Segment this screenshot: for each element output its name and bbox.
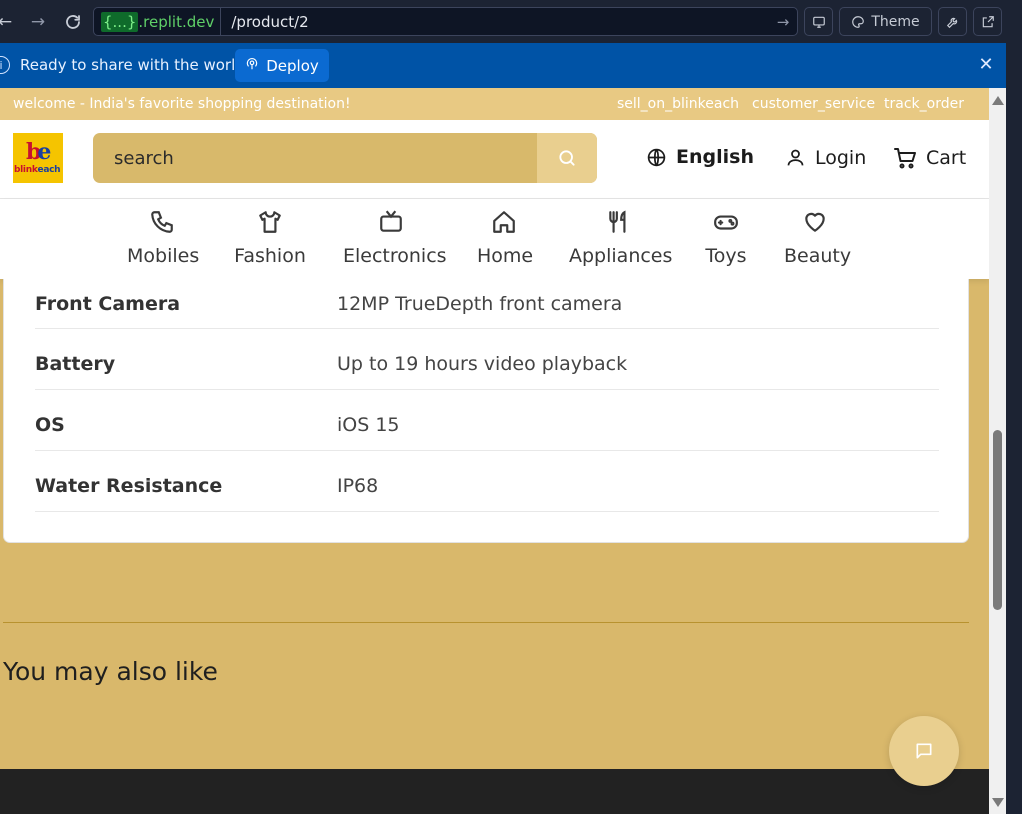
info-icon: i <box>0 56 10 74</box>
chat-icon <box>916 743 932 759</box>
login-button[interactable]: Login <box>785 146 866 169</box>
close-icon[interactable]: ✕ <box>976 54 996 75</box>
spec-row: Water Resistance IP68 <box>35 451 939 512</box>
open-external-icon[interactable] <box>973 7 1002 36</box>
spec-row: OS iOS 15 <box>35 390 939 451</box>
heart-icon <box>805 212 825 232</box>
spec-value: 12MP TrueDepth front camera <box>337 293 623 315</box>
scroll-thumb[interactable] <box>993 430 1002 610</box>
sell-link[interactable]: sell_on_blinkeach <box>617 96 739 112</box>
specifications-card: Front Camera 12MP TrueDepth front camera… <box>3 279 969 543</box>
logo-wordmark: blinkeach <box>14 165 61 175</box>
shirt-icon <box>259 211 281 233</box>
section-divider <box>3 622 969 623</box>
category-appliances[interactable]: Appliances <box>569 207 672 267</box>
promo-bar: welcome - India's favorite shopping dest… <box>0 88 989 120</box>
site-header: be blinkeach English Login Cart <box>0 120 989 199</box>
spec-value: iOS 15 <box>337 414 400 436</box>
url-host: {...} .replit.dev <box>94 8 222 35</box>
tv-icon <box>380 210 402 232</box>
palette-icon <box>852 15 865 28</box>
related-products-heading: You may also like <box>3 657 218 686</box>
scroll-up-arrow-icon[interactable] <box>992 96 1004 105</box>
category-fashion[interactable]: Fashion <box>233 207 307 267</box>
user-icon <box>787 149 804 166</box>
spec-value: IP68 <box>337 475 379 497</box>
cart-icon <box>894 148 916 169</box>
theme-button[interactable]: Theme <box>839 7 932 36</box>
site-footer <box>0 769 989 814</box>
house-icon <box>493 211 515 233</box>
logo-mark: be <box>26 139 51 165</box>
search-button[interactable] <box>537 133 597 183</box>
forward-icon[interactable]: → <box>23 7 53 37</box>
back-icon[interactable]: ← <box>0 7 20 37</box>
category-home[interactable]: Home <box>477 207 533 267</box>
page-scrollbar[interactable] <box>989 88 1006 814</box>
scroll-down-arrow-icon[interactable] <box>992 798 1004 807</box>
category-toys[interactable]: Toys <box>705 207 747 267</box>
spec-row: Battery Up to 19 hours video playback <box>35 329 939 390</box>
utensils-icon <box>609 210 626 233</box>
globe-icon <box>647 148 666 166</box>
welcome-text: welcome - India's favorite shopping dest… <box>13 96 351 112</box>
spec-key: OS <box>35 414 65 436</box>
go-arrow-icon[interactable]: → <box>769 13 797 31</box>
deploy-banner: i Ready to share with the world? Deploy … <box>0 43 1006 88</box>
search-bar <box>93 133 597 183</box>
browser-toolbar: ← → {...} .replit.dev /product/2 → Theme <box>0 0 1022 43</box>
deploy-icon <box>245 57 259 75</box>
spec-key: Front Camera <box>35 293 181 315</box>
track-order-link[interactable]: track_order <box>884 96 964 112</box>
category-electronics[interactable]: Electronics <box>343 207 447 267</box>
spec-key: Battery <box>35 353 116 375</box>
category-mobiles[interactable]: Mobiles <box>127 207 199 267</box>
devices-icon[interactable] <box>804 7 833 36</box>
cart-button[interactable]: Cart <box>893 146 966 170</box>
language-selector[interactable]: English <box>646 146 754 168</box>
category-beauty[interactable]: Beauty <box>784 207 851 267</box>
search-icon <box>559 150 575 166</box>
spec-value: Up to 19 hours video playback <box>337 353 628 375</box>
phone-icon <box>151 211 173 233</box>
deploy-button[interactable]: Deploy <box>235 49 329 82</box>
spec-row: Front Camera 12MP TrueDepth front camera <box>35 279 939 329</box>
customer-service-link[interactable]: customer_service <box>752 96 875 112</box>
address-bar[interactable]: {...} .replit.dev /product/2 → <box>93 7 798 36</box>
search-input[interactable] <box>93 133 537 183</box>
window-edge <box>1006 43 1022 814</box>
reload-icon[interactable] <box>58 7 88 37</box>
wrench-icon[interactable] <box>938 7 967 36</box>
deploy-banner-message: Ready to share with the world? <box>20 56 253 74</box>
chat-button[interactable] <box>889 716 959 786</box>
gamepad-icon <box>714 215 738 230</box>
category-nav: Mobiles Fashion Electronics Home Applian… <box>0 199 989 279</box>
url-path: /product/2 <box>231 12 309 31</box>
logo[interactable]: be blinkeach <box>13 133 63 183</box>
spec-key: Water Resistance <box>35 475 223 497</box>
